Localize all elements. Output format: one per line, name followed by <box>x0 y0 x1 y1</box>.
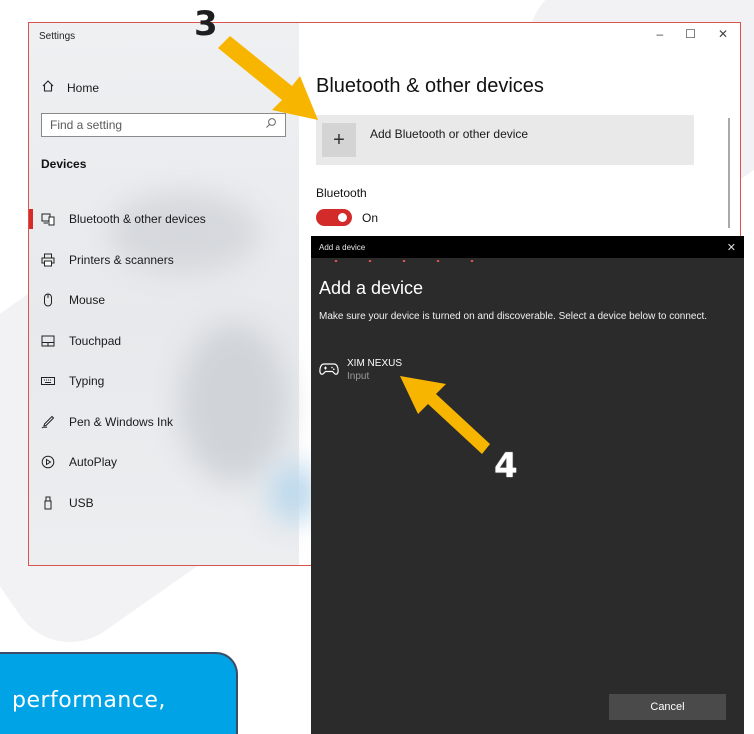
bluetooth-label: Bluetooth <box>316 186 367 200</box>
promo-banner: performance, <box>0 652 238 734</box>
device-text: XIM NEXUS Input <box>347 358 402 382</box>
dialog-heading: Add a device <box>319 278 424 298</box>
window-controls: – ☐ ✕ <box>656 27 728 41</box>
nav-home-label: Home <box>67 80 100 95</box>
step-4-label: 4 <box>494 446 518 486</box>
bluetooth-devices-icon <box>41 212 55 226</box>
progress-dots <box>319 260 479 262</box>
nav-item-printers[interactable]: Printers & scanners <box>29 240 299 281</box>
nav-item-label: Pen & Windows Ink <box>69 414 174 429</box>
cancel-button[interactable]: Cancel <box>609 694 726 720</box>
nav-item-label: Bluetooth & other devices <box>69 212 206 227</box>
nav-section-heading: Devices <box>41 157 87 171</box>
touchpad-icon <box>41 334 55 348</box>
dialog-window-title: Add a device <box>319 242 366 252</box>
maximize-button[interactable]: ☐ <box>685 27 696 41</box>
device-list-item[interactable]: XIM NEXUS Input <box>319 358 402 382</box>
nav-item-bluetooth[interactable]: Bluetooth & other devices <box>29 199 299 240</box>
usb-icon <box>41 496 55 510</box>
home-icon <box>41 79 55 96</box>
add-device-button[interactable]: + Add Bluetooth or other device <box>316 115 694 165</box>
device-type: Input <box>347 371 370 382</box>
nav-list: Bluetooth & other devices Printers & sca… <box>29 199 299 523</box>
plus-icon: + <box>322 123 356 157</box>
bluetooth-toggle[interactable] <box>316 209 352 226</box>
autoplay-icon <box>41 455 55 469</box>
add-device-dialog: Add a device ✕ Add a device Make sure yo… <box>311 236 744 734</box>
nav-item-typing[interactable]: Typing <box>29 361 299 402</box>
arrow-step-4 <box>400 376 490 454</box>
gamepad-icon <box>319 358 339 382</box>
minimize-button[interactable]: – <box>656 27 663 41</box>
page-title: Bluetooth & other devices <box>316 75 544 97</box>
add-device-label: Add Bluetooth or other device <box>370 127 529 141</box>
nav-item-label: Touchpad <box>69 333 122 348</box>
nav-item-usb[interactable]: USB <box>29 483 299 524</box>
scrollbar[interactable] <box>728 118 730 228</box>
nav-item-touchpad[interactable]: Touchpad <box>29 321 299 362</box>
nav-item-label: Typing <box>69 374 105 389</box>
settings-window-title: Settings <box>39 31 76 42</box>
device-name: XIM NEXUS <box>347 358 403 369</box>
close-button[interactable]: ✕ <box>718 27 728 41</box>
arrow-step-3 <box>218 36 318 120</box>
dialog-description: Make sure your device is turned on and d… <box>319 311 707 322</box>
nav-item-mouse[interactable]: Mouse <box>29 280 299 321</box>
printer-icon <box>41 253 55 267</box>
nav-item-label: Printers & scanners <box>69 252 174 267</box>
nav-item-label: Mouse <box>69 293 106 308</box>
nav-item-autoplay[interactable]: AutoPlay <box>29 442 299 483</box>
dialog-titlebar: Add a device ✕ <box>311 236 744 258</box>
promo-text: performance, <box>12 688 166 713</box>
nav-home[interactable]: Home <box>41 79 99 96</box>
pen-icon <box>41 415 55 429</box>
keyboard-icon <box>41 374 55 388</box>
bluetooth-toggle-group: On <box>316 209 378 226</box>
step-3-label: 3 <box>194 4 218 44</box>
nav-item-pen[interactable]: Pen & Windows Ink <box>29 402 299 443</box>
dialog-close-icon[interactable]: ✕ <box>727 241 736 254</box>
nav-item-label: AutoPlay <box>69 455 118 470</box>
bluetooth-state: On <box>362 210 379 225</box>
nav-item-label: USB <box>69 495 94 510</box>
mouse-icon <box>41 293 55 307</box>
